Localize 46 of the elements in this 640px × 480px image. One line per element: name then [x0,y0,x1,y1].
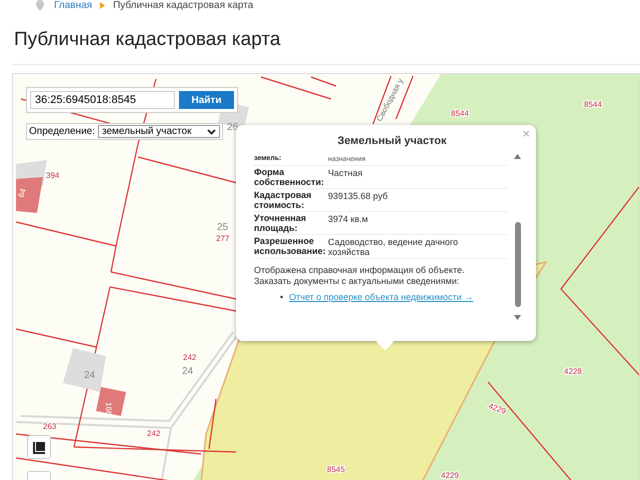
field-value: 939135.68 руб [328,190,389,203]
parcel-number: 4229 [441,471,459,480]
parcel-number: 4228 [564,367,582,376]
scroll-down-icon[interactable] [514,315,522,320]
field-label: Уточненная площадь: [254,213,307,233]
map-pin-icon [36,0,44,10]
building-number: 64 [16,187,28,199]
building-shape [16,177,43,213]
parcel-number: 242 [147,429,160,438]
object-type-select[interactable]: земельный участок [98,125,220,138]
breadcrumb-link[interactable]: Главная [54,0,92,10]
parcel-number: 8544 [451,109,469,118]
scrollbar-thumb[interactable] [514,222,521,307]
parcel-number: 263 [43,422,56,431]
scroll-up-icon[interactable] [514,154,522,159]
parcel-number: 8545 [327,465,345,474]
find-button[interactable]: Найти [179,91,234,109]
page-title: Публичная кадастровая карта [14,28,282,52]
breadcrumb-current: Публичная кадастровая карта [113,0,254,10]
caret-icon [207,128,216,134]
field-value: Садоводство, ведение дачного хозяйства [328,236,459,257]
popup-title: Земельный участок [336,135,448,147]
parcel-number: 277 [216,234,230,243]
field-label: Кадастровая стоимость: [254,190,312,210]
block-number: 25 [217,222,228,233]
cadastral-number-field[interactable]: 36:25:6945018:8545 [30,91,175,109]
field-value: Частная [328,167,364,180]
field-label: Форма собственности: [254,167,325,187]
block-number: 24 [182,366,194,377]
report-link[interactable]: Отчет о проверке объекта недвижимости → [289,292,474,303]
layers-icon [32,440,46,454]
field-value: 3974 кв.м [328,213,369,226]
parcel-number: 242 [183,353,196,362]
info-note: Отображена справочная информация об объекте. [254,265,466,276]
info-note: Заказать документы с актуальными сведениями: [254,276,460,287]
parcel-number: 394 [46,171,60,180]
layers-button[interactable] [27,435,51,459]
block-number: 26 [227,122,238,133]
parcel-number: 4229 [487,401,508,416]
close-button[interactable]: × [522,127,530,141]
field-label: Разрешенное использование: [254,236,327,257]
chevron-icon [100,2,106,8]
parcel-number: 8544 [584,100,602,109]
block-number: 24 [84,370,96,381]
definition-label: Определение: [29,126,96,137]
bullet: • [280,292,284,303]
